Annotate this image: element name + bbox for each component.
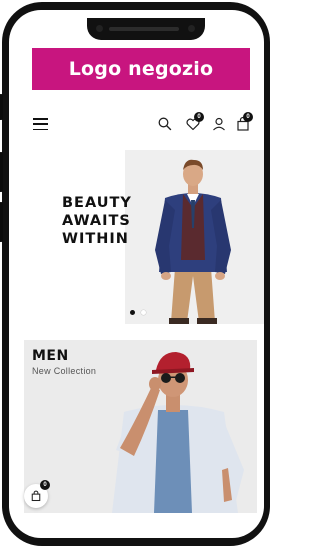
men-collection-banner[interactable]: MEN New Collection: [24, 340, 257, 513]
phone-side-button: [0, 202, 3, 242]
hero-title-line: AWAITS: [62, 213, 131, 229]
phone-side-button: [0, 94, 3, 120]
bag-icon: [31, 490, 41, 502]
hero-title-line: BEAUTY: [62, 195, 132, 211]
phone-notch: [87, 18, 205, 40]
wishlist-button[interactable]: 0: [185, 112, 204, 132]
wishlist-count-badge: 0: [194, 112, 204, 122]
speaker-grille: [109, 27, 179, 31]
camera-icon: [188, 25, 195, 32]
slider-dot[interactable]: [141, 310, 146, 315]
hero-title: BEAUTY AWAITS WITHIN: [62, 194, 152, 248]
hero-title-line: WITHIN: [62, 231, 129, 247]
phone-side-button: [0, 152, 3, 192]
phone-frame: Logo negozio 0 0 BEAUTY AWAITS WITHIN ME…: [0, 2, 270, 546]
slider-dot-active[interactable]: [130, 310, 135, 315]
cart-button[interactable]: 0: [235, 112, 253, 132]
cart-count-badge: 0: [243, 112, 253, 122]
phone-screen: Logo negozio 0 0 BEAUTY AWAITS WITHIN ME…: [9, 10, 264, 538]
floating-cart-count-badge: 0: [40, 480, 50, 490]
banner-subtitle: New Collection: [32, 366, 97, 376]
menu-icon[interactable]: [33, 118, 48, 131]
camera-icon: [96, 25, 103, 32]
user-icon[interactable]: [211, 116, 227, 132]
hero-slider[interactable]: BEAUTY AWAITS WITHIN: [9, 150, 264, 324]
search-icon[interactable]: [157, 116, 173, 132]
floating-cart-button[interactable]: 0: [24, 480, 50, 508]
banner-title: MEN: [32, 348, 69, 364]
store-logo[interactable]: Logo negozio: [32, 48, 250, 90]
